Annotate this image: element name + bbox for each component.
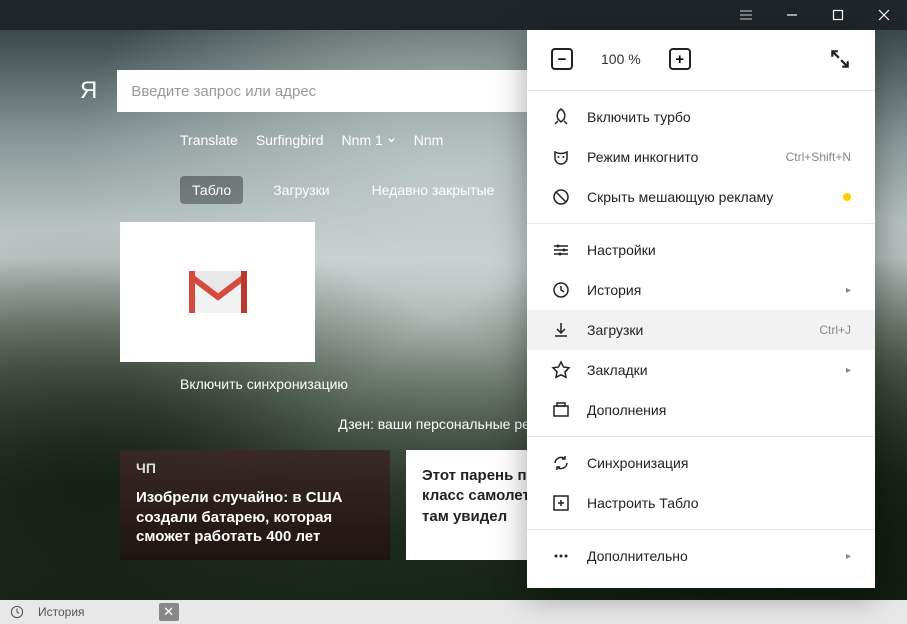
window-close-button[interactable] (861, 0, 907, 30)
tile-gmail[interactable] (120, 222, 315, 362)
extensions-icon (551, 400, 571, 420)
more-icon (551, 546, 571, 566)
menu-extensions[interactable]: Дополнения (527, 390, 875, 430)
tab-tablo[interactable]: Табло (180, 176, 243, 204)
news-card-1[interactable]: ЧП Изобрели случайно: в США создали бата… (120, 450, 390, 560)
window-titlebar (0, 0, 907, 30)
sliders-icon (551, 240, 571, 260)
history-icon (551, 280, 571, 300)
star-icon (551, 360, 571, 380)
statusbar: История ✕ (0, 600, 907, 624)
chevron-right-icon: ▸ (846, 551, 851, 562)
tab-downloads[interactable]: Загрузки (261, 176, 341, 204)
zoom-out-button[interactable]: − (551, 48, 573, 70)
main-menu: − 100 % + Включить турбо Режим инкогнито… (527, 30, 875, 588)
nav-nnm1[interactable]: Nnm 1 (342, 132, 396, 148)
menu-hide-ads[interactable]: Скрыть мешающую рекламу (527, 177, 875, 217)
tab-recent[interactable]: Недавно закрытые (360, 176, 507, 204)
menu-turbo[interactable]: Включить турбо (527, 97, 875, 137)
block-icon (551, 187, 571, 207)
chevron-right-icon: ▸ (846, 365, 851, 376)
menu-more[interactable]: Дополнительно ▸ (527, 536, 875, 576)
menu-bookmarks[interactable]: Закладки ▸ (527, 350, 875, 390)
statusbar-close-button[interactable]: ✕ (159, 603, 179, 621)
fullscreen-button[interactable] (829, 48, 851, 70)
menu-hamburger-button[interactable] (723, 0, 769, 30)
statusbar-history-label[interactable]: История (38, 605, 85, 619)
menu-incognito[interactable]: Режим инкогнито Ctrl+Shift+N (527, 137, 875, 177)
menu-sync[interactable]: Синхронизация (527, 443, 875, 483)
notification-dot (843, 193, 851, 201)
menu-customize-tablo[interactable]: Настроить Табло (527, 483, 875, 523)
nav-surfingbird[interactable]: Surfingbird (256, 132, 324, 148)
sync-icon (551, 453, 571, 473)
yandex-logo[interactable]: Я (80, 77, 97, 105)
gmail-icon (189, 271, 247, 313)
download-icon (551, 320, 571, 340)
add-tile-icon (551, 493, 571, 513)
menu-downloads[interactable]: Загрузки Ctrl+J (527, 310, 875, 350)
menu-settings[interactable]: Настройки (527, 230, 875, 270)
card-source-icon: ЧП (136, 460, 156, 476)
window-minimize-button[interactable] (769, 0, 815, 30)
chevron-right-icon: ▸ (846, 285, 851, 296)
mask-icon (551, 147, 571, 167)
rocket-icon (551, 107, 571, 127)
nav-nnm[interactable]: Nnm (414, 132, 444, 148)
menu-history[interactable]: История ▸ (527, 270, 875, 310)
card-title: Изобрели случайно: в США создали батарею… (136, 488, 374, 547)
nav-translate[interactable]: Translate (180, 132, 238, 148)
zoom-in-button[interactable]: + (669, 48, 691, 70)
window-maximize-button[interactable] (815, 0, 861, 30)
clock-icon (10, 605, 24, 619)
zoom-value: 100 % (601, 51, 641, 67)
